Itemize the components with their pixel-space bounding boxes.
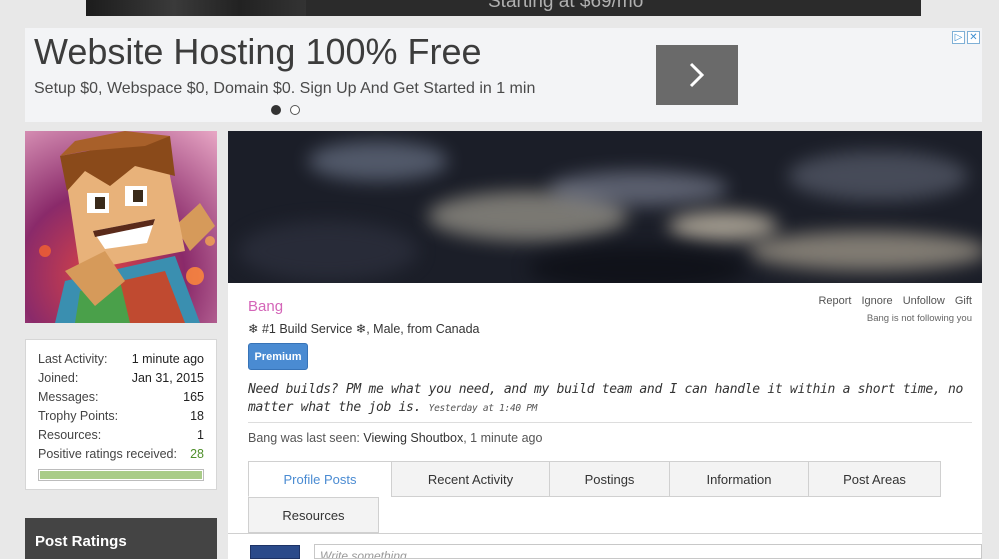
close-ad-icon[interactable]: ✕ bbox=[967, 31, 980, 44]
adchoices[interactable]: ▷ ✕ bbox=[952, 31, 980, 44]
chevron-right-icon bbox=[689, 62, 705, 88]
stat-last-activity: Last Activity: 1 minute ago bbox=[38, 350, 204, 369]
status-text: Need builds? PM me what you need, and my… bbox=[248, 382, 964, 415]
user-title: ❄ #1 Build Service ❄ bbox=[248, 322, 367, 336]
report-link[interactable]: Report bbox=[818, 295, 851, 307]
tabs-baseline bbox=[228, 533, 982, 534]
stat-label: Resources: bbox=[38, 428, 102, 442]
tab-post-areas[interactable]: Post Areas bbox=[808, 461, 941, 497]
last-seen: Bang was last seen: Viewing Shoutbox, 1 … bbox=[248, 431, 542, 445]
stat-value[interactable]: 18 bbox=[190, 407, 204, 426]
status-time[interactable]: Yesterday at 1:40 PM bbox=[429, 403, 538, 414]
ad-pager bbox=[271, 105, 300, 115]
profile-main: Bang ❄ #1 Build Service ❄, Male, from Ca… bbox=[228, 131, 982, 559]
tab-recent-activity[interactable]: Recent Activity bbox=[391, 461, 550, 497]
last-seen-prefix: Bang was last seen: bbox=[248, 431, 364, 445]
user-title-rest: , Male, from bbox=[366, 322, 436, 336]
member-name[interactable]: Bang bbox=[248, 298, 283, 315]
adchoices-icon[interactable]: ▷ bbox=[952, 31, 965, 44]
member-title: ❄ #1 Build Service ❄, Male, from Canada bbox=[248, 321, 480, 336]
top-banner-ad[interactable]: Starting at $69/mo bbox=[86, 0, 921, 16]
top-banner-image bbox=[86, 0, 306, 16]
avatar-image bbox=[39, 131, 215, 323]
stat-label: Trophy Points: bbox=[38, 409, 119, 423]
gift-link[interactable]: Gift bbox=[955, 295, 972, 307]
stat-label: Messages: bbox=[38, 390, 99, 404]
tab-postings[interactable]: Postings bbox=[549, 461, 670, 497]
ad-subline: Setup $0, Webspace $0, Domain $0. Sign U… bbox=[34, 80, 536, 97]
status-message: Need builds? PM me what you need, and my… bbox=[248, 381, 968, 418]
unfollow-link[interactable]: Unfollow bbox=[903, 295, 945, 307]
top-banner-text: Starting at $69/mo bbox=[488, 0, 644, 12]
location-link[interactable]: Canada bbox=[436, 322, 480, 336]
cover-image bbox=[228, 131, 982, 283]
ad-headline[interactable]: Website Hosting 100% Free bbox=[34, 31, 482, 73]
tab-resources[interactable]: Resources bbox=[248, 497, 379, 533]
rating-bar bbox=[38, 469, 204, 481]
avatar[interactable] bbox=[25, 131, 217, 323]
stat-messages[interactable]: Messages: 165 bbox=[38, 388, 204, 407]
ignore-link[interactable]: Ignore bbox=[861, 295, 892, 307]
ad-pager-dot-1[interactable] bbox=[271, 105, 281, 115]
last-seen-time: , 1 minute ago bbox=[463, 431, 543, 445]
stat-resources[interactable]: Resources: 1 bbox=[38, 426, 204, 445]
stat-trophy-points[interactable]: Trophy Points: 18 bbox=[38, 407, 204, 426]
premium-badge: Premium bbox=[248, 343, 308, 370]
tab-information[interactable]: Information bbox=[669, 461, 809, 497]
stat-joined: Joined: Jan 31, 2015 bbox=[38, 369, 204, 388]
member-actions: Report Ignore Unfollow Gift bbox=[818, 295, 972, 307]
member-stats: Last Activity: 1 minute ago Joined: Jan … bbox=[25, 339, 217, 490]
hosting-ad[interactable]: Website Hosting 100% Free Setup $0, Webs… bbox=[25, 28, 982, 122]
post-ratings-heading: Post Ratings bbox=[25, 518, 217, 559]
stat-label: Positive ratings received: bbox=[38, 447, 177, 461]
follow-status: Bang is not following you bbox=[866, 313, 972, 324]
tab-profile-posts[interactable]: Profile Posts bbox=[248, 461, 392, 497]
stat-value: Jan 31, 2015 bbox=[131, 371, 204, 385]
stat-value: 28 bbox=[190, 447, 204, 461]
last-seen-activity[interactable]: Viewing Shoutbox bbox=[363, 431, 463, 445]
stat-value[interactable]: 165 bbox=[183, 388, 204, 407]
composer-avatar bbox=[250, 545, 300, 559]
divider bbox=[248, 422, 972, 423]
rating-bar-fill bbox=[40, 471, 202, 479]
stat-positive-ratings: Positive ratings received: 28 bbox=[38, 445, 204, 464]
ad-pager-dot-2[interactable] bbox=[290, 105, 300, 115]
stat-label: Last Activity: bbox=[38, 352, 108, 366]
stat-value: 1 minute ago bbox=[131, 352, 204, 366]
stat-label: Joined: bbox=[38, 371, 79, 385]
stat-value[interactable]: 1 bbox=[197, 426, 204, 445]
ad-next-button[interactable] bbox=[656, 45, 738, 105]
profile-post-input[interactable]: Write something... bbox=[314, 544, 982, 559]
